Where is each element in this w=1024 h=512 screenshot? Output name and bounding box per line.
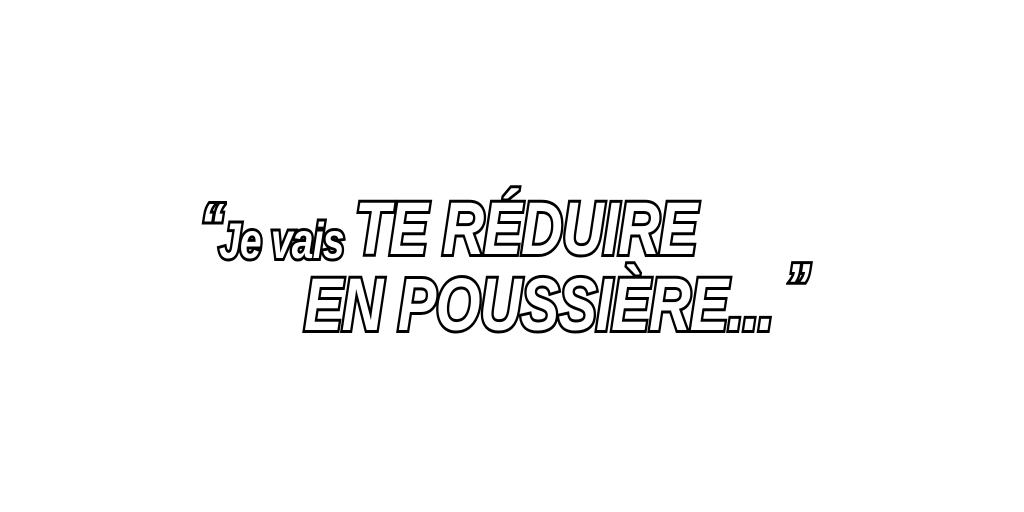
closing-quote-mark: ” — [783, 252, 812, 321]
quote-lead-in: Je vais — [216, 213, 346, 269]
quote-line-2: EN POUSSIÈRE... ” — [302, 253, 812, 346]
quote-line-1: “ Je vais TE RÉDUIRE — [198, 186, 709, 270]
quote-canvas: “ Je vais TE RÉDUIRE EN POUSSIÈRE... ” — [0, 0, 1024, 512]
quote-emphasis-line-2: EN POUSSIÈRE... — [302, 263, 777, 346]
quote-emphasis-line-1: TE RÉDUIRE — [353, 187, 700, 270]
